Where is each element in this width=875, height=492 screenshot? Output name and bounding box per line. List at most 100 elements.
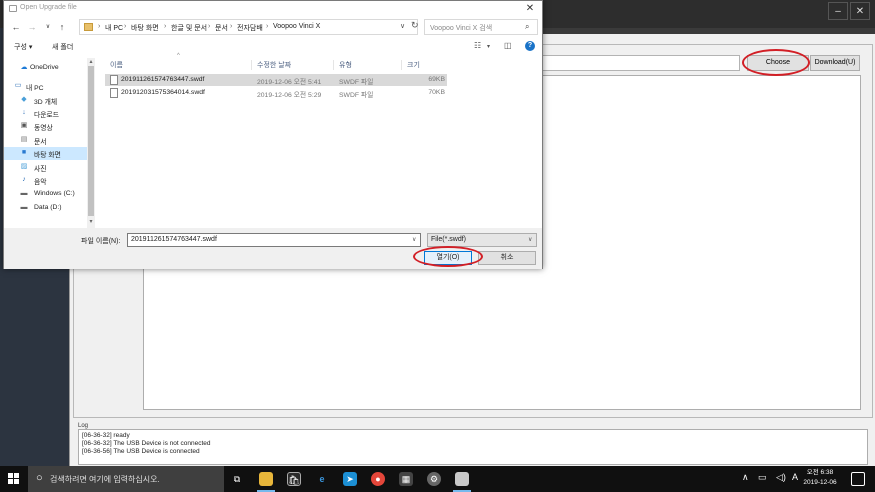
cancel-button[interactable]: 취소 bbox=[478, 251, 536, 265]
file-path-input[interactable] bbox=[542, 55, 740, 71]
new-folder-button[interactable]: 새 폴더 bbox=[52, 42, 73, 52]
column-header-name[interactable]: 이름 bbox=[110, 60, 123, 70]
nav-item-this-pc[interactable]: ▭ 내 PC bbox=[4, 80, 87, 93]
file-type-dropdown-icon: ∨ bbox=[528, 237, 533, 243]
view-dropdown-icon[interactable]: ▾ bbox=[487, 43, 490, 50]
videos-icon: ▣ bbox=[20, 122, 28, 129]
minimize-button[interactable]: – bbox=[828, 2, 848, 20]
task-view-icon: ⧉ bbox=[233, 474, 241, 484]
breadcrumb-item[interactable]: 내 PC bbox=[105, 23, 123, 33]
volume-icon[interactable]: ◁) bbox=[776, 472, 786, 483]
network-icon[interactable]: ▭ bbox=[758, 472, 767, 483]
search-placeholder: Voopoo Vinci X 검색 bbox=[430, 25, 493, 32]
documents-icon: ▤ bbox=[20, 136, 28, 143]
nav-item-documents[interactable]: ▤ 문서 bbox=[4, 134, 87, 147]
pictures-icon: ▨ bbox=[20, 163, 28, 170]
taskbar-app-bird[interactable]: ➤ bbox=[339, 469, 361, 489]
recent-dropdown-icon[interactable]: ∨ bbox=[42, 20, 54, 34]
file-row[interactable]: 201912031575364014.swdf 2019-12-06 오전 5:… bbox=[105, 87, 447, 99]
column-header-size[interactable]: 크기 bbox=[407, 60, 420, 70]
drive-icon: ▬ bbox=[20, 190, 28, 197]
music-icon: ♪ bbox=[22, 176, 26, 183]
up-arrow-icon[interactable]: ↑ bbox=[56, 20, 68, 34]
folder-icon bbox=[84, 23, 93, 31]
edge-icon: e bbox=[319, 474, 325, 484]
help-icon[interactable]: ? bbox=[525, 41, 535, 51]
taskbar-upgrade-tool[interactable] bbox=[451, 469, 473, 492]
nav-scrollbar[interactable]: ▴ ▾ bbox=[87, 58, 95, 228]
taskbar-chrome[interactable]: ● bbox=[367, 469, 389, 489]
notification-center-icon[interactable] bbox=[851, 472, 865, 486]
taskbar-edge[interactable]: e bbox=[311, 469, 333, 489]
dialog-app-icon bbox=[9, 5, 17, 12]
filename-input[interactable]: 201911261574763447.swdf bbox=[127, 233, 421, 247]
refresh-icon[interactable]: ↻ bbox=[411, 20, 419, 31]
highlight-ellipse-open bbox=[413, 246, 483, 267]
3d-objects-icon: ◆ bbox=[21, 96, 27, 103]
windows-start-icon[interactable] bbox=[8, 473, 20, 485]
nav-item-onedrive[interactable]: ☁ OneDrive bbox=[4, 62, 87, 75]
chrome-icon: ● bbox=[371, 472, 385, 486]
breadcrumb-item[interactable]: 문서 bbox=[215, 23, 228, 33]
file-explorer-icon bbox=[259, 472, 273, 486]
filename-dropdown-icon[interactable]: ∨ bbox=[412, 236, 416, 243]
scroll-up-arrow-icon[interactable]: ▴ bbox=[87, 58, 95, 66]
log-group: Log [06-36-32] ready [06-36-32] The USB … bbox=[76, 423, 868, 466]
system-clock[interactable]: 오전 6:38 2019-12-06 bbox=[800, 468, 840, 488]
highlight-ellipse-choose bbox=[742, 49, 810, 76]
ime-indicator[interactable]: A bbox=[792, 472, 798, 482]
onedrive-icon: ☁ bbox=[20, 64, 28, 71]
task-view-button[interactable]: ⧉ bbox=[226, 469, 248, 489]
preview-pane-icon[interactable]: ◫ bbox=[504, 41, 512, 50]
tool-app-icon: ⚙ bbox=[427, 472, 441, 486]
breadcrumb-item[interactable]: 바탕 화면 bbox=[131, 23, 159, 33]
breadcrumb-item[interactable]: 전자담배 bbox=[237, 23, 263, 33]
desktop-icon: ■ bbox=[21, 149, 27, 156]
address-dropdown-icon[interactable]: ∨ bbox=[400, 22, 405, 30]
nav-item-desktop[interactable]: ■ 바탕 화면 bbox=[4, 147, 87, 160]
log-line: [06-36-56] The USB Device is connected bbox=[82, 448, 200, 455]
column-header-type[interactable]: 유형 bbox=[339, 60, 352, 70]
search-icon: ○ bbox=[36, 472, 43, 484]
search-input[interactable]: Voopoo Vinci X 검색 ⌕ bbox=[424, 19, 538, 35]
filename-label: 파일 이름(N): bbox=[81, 238, 121, 245]
taskbar-calculator[interactable]: ▦ bbox=[395, 469, 417, 489]
forward-arrow-icon[interactable]: → bbox=[26, 20, 38, 34]
nav-item-music[interactable]: ♪ 음악 bbox=[4, 174, 87, 187]
log-line: [06-36-32] The USB Device is not connect… bbox=[82, 440, 211, 447]
view-options-icon[interactable]: ☷ bbox=[474, 41, 481, 50]
nav-item-pictures[interactable]: ▨ 사진 bbox=[4, 161, 87, 174]
search-icon: ⌕ bbox=[525, 22, 530, 31]
download-button[interactable]: Download(U) bbox=[810, 55, 860, 71]
column-header-date[interactable]: 수정한 날짜 bbox=[257, 60, 291, 70]
dialog-close-button[interactable]: ✕ bbox=[518, 1, 542, 17]
tray-overflow-icon[interactable]: ∧ bbox=[742, 472, 749, 483]
file-icon bbox=[110, 75, 118, 85]
address-bar[interactable]: › 내 PC › 바탕 화면 › 한글 및 문서 › 문서 › 전자담배 › V… bbox=[79, 19, 418, 35]
file-type-select[interactable]: File(*.swdf) bbox=[427, 233, 537, 247]
close-button[interactable]: ✕ bbox=[850, 2, 870, 20]
nav-scrollbar-thumb[interactable] bbox=[88, 66, 94, 216]
dialog-title: Open Upgrade file bbox=[20, 4, 77, 11]
nav-item-videos[interactable]: ▣ 동영상 bbox=[4, 120, 87, 133]
organize-menu[interactable]: 구성 ▾ bbox=[14, 42, 32, 52]
scroll-down-arrow-icon[interactable]: ▾ bbox=[87, 218, 95, 226]
taskbar-search-box[interactable]: ○ 검색하려면 여기에 입력하십시오. bbox=[28, 466, 224, 492]
dialog-nav-bar: ← → ∨ ↑ › 내 PC › 바탕 화면 › 한글 및 문서 › 문서 › … bbox=[4, 17, 542, 37]
file-list: ^ 이름 수정한 날짜 유형 크기 201911261574763447.swd… bbox=[105, 53, 542, 228]
taskbar-store[interactable]: 🛍 bbox=[283, 469, 305, 489]
back-arrow-icon[interactable]: ← bbox=[10, 20, 22, 34]
taskbar-file-explorer[interactable] bbox=[255, 469, 277, 492]
nav-item-downloads[interactable]: ↓ 다운로드 bbox=[4, 107, 87, 120]
calculator-icon: ▦ bbox=[399, 472, 413, 486]
breadcrumb-item[interactable]: Voopoo Vinci X bbox=[273, 23, 320, 30]
taskbar-app-tool[interactable]: ⚙ bbox=[423, 469, 445, 489]
nav-item-drive-d[interactable]: ▬ Data (D:) bbox=[4, 202, 87, 215]
pc-icon: ▭ bbox=[14, 82, 22, 89]
nav-item-drive-c[interactable]: ▬ Windows (C:) bbox=[4, 188, 87, 201]
breadcrumb-item[interactable]: 한글 및 문서 bbox=[171, 23, 207, 33]
nav-item-3d-objects[interactable]: ◆ 3D 개체 bbox=[4, 94, 87, 107]
file-row[interactable]: 201911261574763447.swdf 2019-12-06 오전 5:… bbox=[105, 74, 447, 86]
upgrade-tool-icon bbox=[455, 472, 469, 486]
sort-ascending-icon: ^ bbox=[177, 53, 180, 59]
